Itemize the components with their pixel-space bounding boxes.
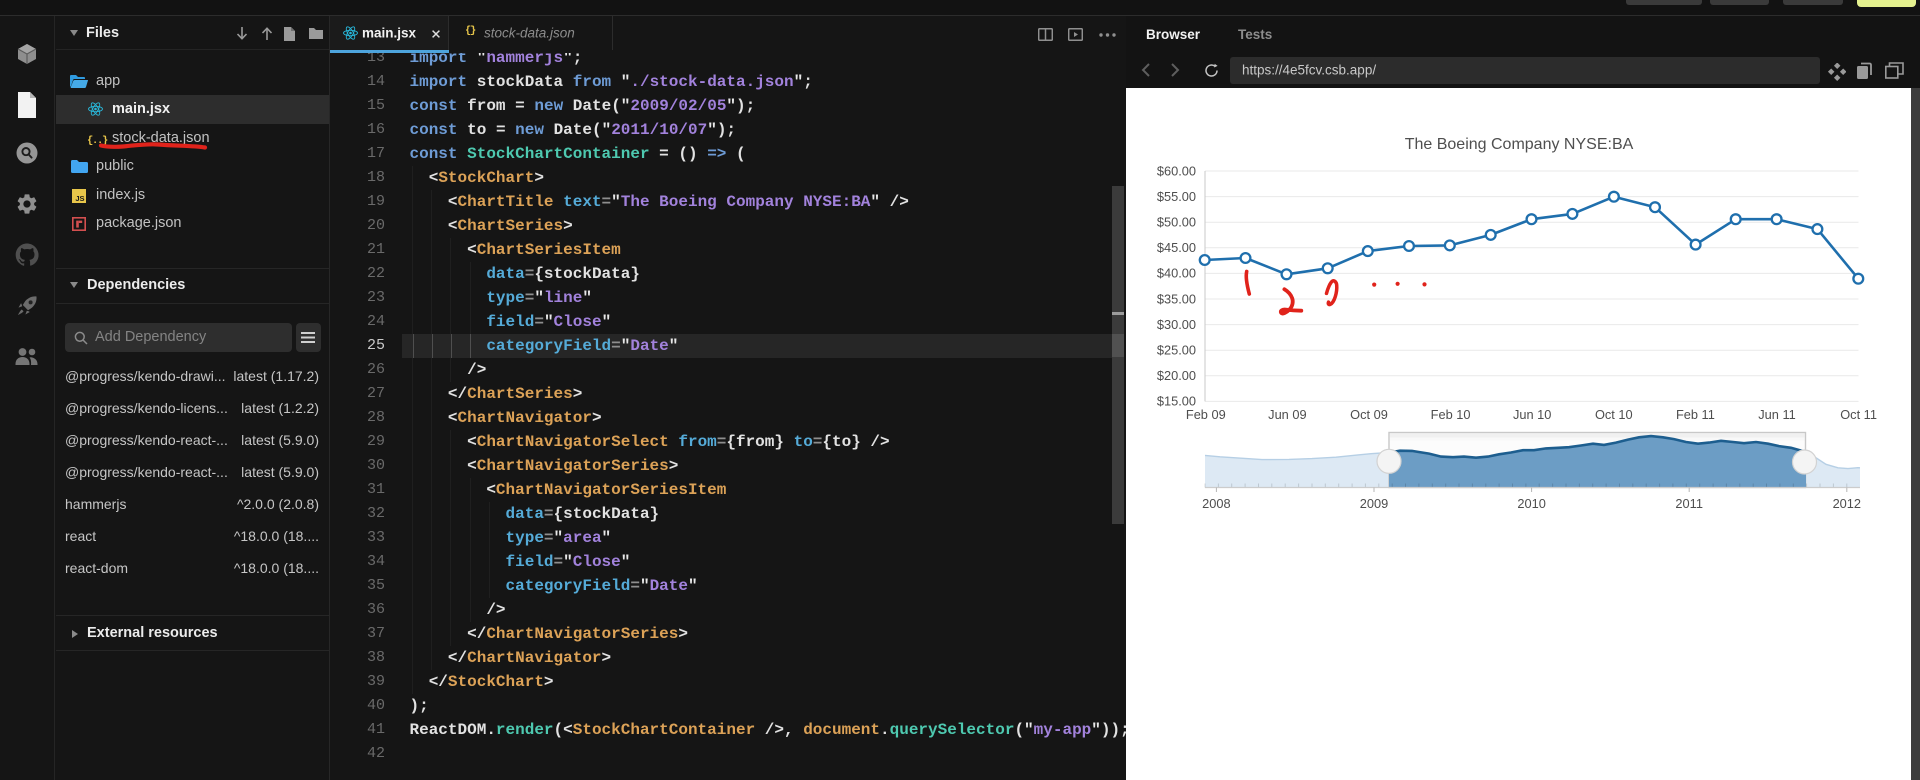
svg-text:$30.00: $30.00 [1157,317,1196,332]
svg-text:$55.00: $55.00 [1157,189,1196,204]
svg-text:Jun 11: Jun 11 [1758,407,1795,422]
svg-text:$20.00: $20.00 [1157,368,1196,383]
svg-text:2012: 2012 [1833,496,1861,511]
svg-text:Feb 09: Feb 09 [1186,407,1226,422]
svg-text:Oct 11: Oct 11 [1840,407,1877,422]
svg-text:2011: 2011 [1675,496,1703,511]
svg-text:The Boeing Company NYSE:BA: The Boeing Company NYSE:BA [1405,136,1634,153]
svg-text:$25.00: $25.00 [1157,343,1196,358]
svg-text:2009: 2009 [1360,496,1388,511]
svg-text:$35.00: $35.00 [1157,291,1196,306]
svg-text:Oct 09: Oct 09 [1350,407,1388,422]
svg-text:Feb 10: Feb 10 [1431,407,1471,422]
svg-text:2008: 2008 [1202,496,1230,511]
svg-text:Oct 10: Oct 10 [1595,407,1633,422]
svg-text:Feb 11: Feb 11 [1676,407,1715,422]
svg-text:$60.00: $60.00 [1157,163,1196,178]
svg-text:$50.00: $50.00 [1157,215,1196,230]
svg-text:$40.00: $40.00 [1157,266,1196,281]
svg-text:$45.00: $45.00 [1157,240,1196,255]
svg-text:Jun 10: Jun 10 [1513,407,1551,422]
svg-text:Jun 09: Jun 09 [1268,407,1306,422]
svg-text:2010: 2010 [1517,496,1545,511]
